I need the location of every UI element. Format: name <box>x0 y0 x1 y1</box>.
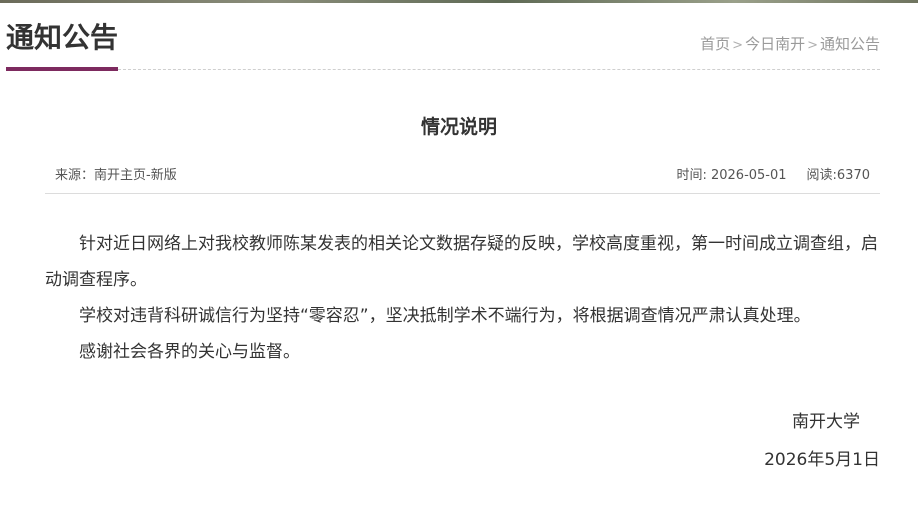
article-paragraph: 针对近日网络上对我校教师陈某发表的相关论文数据存疑的反映，学校高度重视，第一时间… <box>45 234 878 290</box>
breadcrumb-today-nankai-link[interactable]: 今日南开 <box>745 35 805 53</box>
breadcrumb: 首页 > 今日南开 > 通知公告 <box>700 34 880 56</box>
section-header: 通知公告 首页 > 今日南开 > 通知公告 <box>0 3 918 73</box>
section-title-underline <box>6 67 118 71</box>
article-paragraph: 感谢社会各界的关心与监督。 <box>79 342 300 362</box>
breadcrumb-separator: > <box>732 38 744 53</box>
article-title: 情况说明 <box>420 116 497 138</box>
article-signature-date: 2026年5月1日 <box>764 450 880 470</box>
article-meta-right: 时间: 2026-05-01 阅读:6370 <box>676 163 870 189</box>
header-divider <box>118 69 880 70</box>
breadcrumb-notices-link[interactable]: 通知公告 <box>820 35 880 53</box>
breadcrumb-separator: > <box>807 38 818 53</box>
article-signature: 南开大学 <box>792 412 860 432</box>
article-meta-bar: 来源：南开主页-新版 时间: 2026-05-01 阅读:6370 <box>45 162 880 194</box>
article-views: 阅读:6370 <box>806 168 870 183</box>
section-title: 通知公告 <box>6 21 119 54</box>
article-body: 针对近日网络上对我校教师陈某发表的相关论文数据存疑的反映，学校高度重视，第一时间… <box>45 226 885 370</box>
article-source: 来源：南开主页-新版 <box>55 168 177 183</box>
breadcrumb-home-link[interactable]: 首页 <box>700 35 730 53</box>
article-paragraph: 学校对违背科研诚信行为坚持“零容忍”，坚决抵制学术不端行为，将根据调查情况严肃认… <box>79 306 811 326</box>
article-time: 时间: 2026-05-01 <box>676 168 787 183</box>
